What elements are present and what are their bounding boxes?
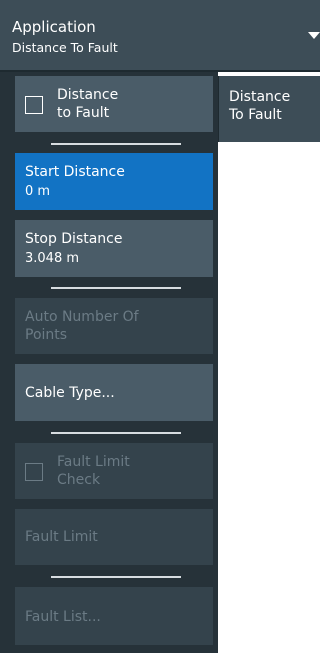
fault-limit-check-toggle[interactable]: Fault Limit Check: [15, 443, 213, 499]
auto-number-label-2: Points: [25, 327, 68, 343]
fault-limit-check-checkbox[interactable]: [25, 463, 43, 481]
fault-list-label: Fault List...: [25, 609, 101, 625]
divider: [51, 576, 181, 578]
divider: [51, 143, 181, 145]
fault-limit-check-label-1: Fault Limit: [57, 454, 130, 470]
fault-limit-check-label-2: Check: [57, 472, 101, 488]
start-distance-value: 0 m: [25, 184, 51, 199]
cable-type-button[interactable]: Cable Type...: [15, 364, 213, 421]
fault-limit-button[interactable]: Fault Limit: [15, 509, 213, 565]
fault-limit-label: Fault Limit: [25, 529, 98, 545]
side-tab-distance-to-fault[interactable]: Distance To Fault: [218, 76, 320, 142]
triangle-down-icon: [308, 32, 320, 39]
application-title: Application: [12, 18, 96, 36]
cable-type-label: Cable Type...: [25, 385, 115, 401]
application-dropdown[interactable]: Application Distance To Fault: [0, 0, 320, 72]
auto-number-of-points-button[interactable]: Auto Number Of Points: [15, 298, 213, 354]
start-distance-button[interactable]: Start Distance 0 m: [15, 153, 213, 210]
divider: [51, 287, 181, 289]
application-value: Distance To Fault: [12, 40, 118, 55]
side-tab-line1: Distance: [229, 89, 291, 105]
auto-number-label-1: Auto Number Of: [25, 309, 139, 325]
stop-distance-label: Stop Distance: [25, 231, 123, 247]
distance-to-fault-label-1: Distance: [57, 87, 119, 103]
fault-list-button[interactable]: Fault List...: [15, 587, 213, 645]
divider: [51, 432, 181, 434]
distance-to-fault-checkbox[interactable]: [25, 96, 43, 114]
side-tab-line2: To Fault: [229, 107, 282, 123]
stop-distance-button[interactable]: Stop Distance 3.048 m: [15, 220, 213, 277]
start-distance-label: Start Distance: [25, 164, 125, 180]
distance-to-fault-label-2: to Fault: [57, 105, 110, 121]
distance-to-fault-toggle[interactable]: Distance to Fault: [15, 76, 213, 132]
stop-distance-value: 3.048 m: [25, 251, 80, 266]
